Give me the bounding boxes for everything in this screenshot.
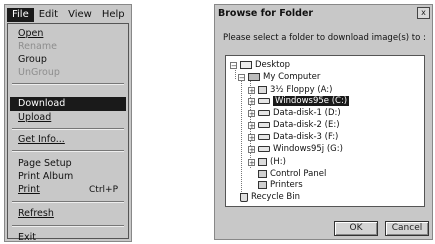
control-panel-icon — [258, 170, 267, 178]
tree-label-drive: Windows95j (G:) — [273, 144, 343, 154]
collapse-icon[interactable]: − — [230, 61, 237, 69]
close-button[interactable]: x — [417, 7, 430, 19]
tree-node-recycle-bin[interactable]: Recycle Bin — [240, 192, 300, 202]
menubar-edit[interactable]: Edit — [34, 8, 63, 22]
menu-separator — [12, 150, 124, 152]
hard-drive-icon — [258, 110, 270, 116]
menu-item-download[interactable]: Download — [10, 97, 126, 111]
hard-drive-icon — [258, 98, 270, 104]
menu-item-download-label: Download — [18, 98, 66, 109]
file-dropdown-menu: Open Rename Group UnGroup Download Uploa… — [7, 23, 129, 243]
menu-item-group[interactable]: Group — [18, 54, 47, 66]
tree-node-control-panel[interactable]: Control Panel — [258, 169, 326, 179]
hard-drive-icon — [258, 122, 270, 128]
tree-label-drive: Data-disk-3 (F:) — [273, 132, 339, 142]
tree-node-desktop[interactable]: − Desktop — [230, 60, 290, 70]
menu-item-exit[interactable]: Exit — [18, 232, 36, 244]
desktop-icon — [240, 61, 252, 69]
floppy-drive-icon — [258, 86, 267, 94]
tree-label-drive-selected: Windows95e (C:) — [273, 96, 350, 106]
dialog-prompt: Please select a folder to download image… — [223, 33, 426, 43]
print-shortcut: Ctrl+P — [89, 185, 118, 195]
menu-item-page-setup[interactable]: Page Setup — [18, 158, 72, 170]
menu-separator — [12, 201, 124, 203]
removable-drive-icon — [258, 158, 267, 166]
expand-icon[interactable]: + — [248, 133, 255, 141]
recycle-bin-icon — [240, 192, 248, 202]
menubar: File Edit View Help — [7, 7, 129, 23]
cancel-button[interactable]: Cancel — [385, 221, 429, 236]
ok-button[interactable]: OK — [334, 221, 378, 236]
menu-item-get-info[interactable]: Get Info... — [18, 134, 65, 146]
menu-item-print[interactable]: Print — [18, 184, 40, 196]
expand-icon[interactable]: + — [248, 97, 255, 105]
tree-node-drive-f[interactable]: + Data-disk-3 (F:) — [248, 132, 338, 142]
expand-icon[interactable]: + — [248, 121, 255, 129]
tree-node-drive-g[interactable]: + Windows95j (G:) — [248, 144, 343, 154]
tree-label-desktop: Desktop — [255, 60, 291, 70]
menu-item-print-album[interactable]: Print Album — [18, 171, 73, 183]
tree-label-my-computer: My Computer — [263, 72, 321, 82]
expand-icon[interactable]: + — [248, 109, 255, 117]
tree-line — [241, 78, 242, 194]
tree-node-printers[interactable]: Printers — [258, 180, 303, 190]
dialog-title: Browse for Folder — [218, 8, 314, 19]
tree-label-printers: Printers — [270, 180, 303, 190]
expand-icon[interactable]: + — [248, 86, 255, 94]
expand-icon[interactable]: + — [248, 158, 255, 166]
tree-node-drive-h[interactable]: + (H:) — [248, 157, 286, 167]
hard-drive-icon — [258, 146, 270, 152]
hard-drive-icon — [258, 134, 270, 140]
printer-icon — [258, 181, 267, 189]
menu-separator — [12, 225, 124, 227]
menu-item-upload[interactable]: Upload — [18, 112, 51, 124]
menu-item-rename: Rename — [18, 41, 57, 52]
tree-label-drive: Data-disk-2 (E:) — [273, 120, 340, 130]
menubar-file[interactable]: File — [7, 8, 34, 22]
tree-node-drive-e[interactable]: + Data-disk-2 (E:) — [248, 120, 340, 130]
menu-item-ungroup: UnGroup — [18, 67, 60, 78]
menu-item-open[interactable]: Open — [18, 28, 43, 40]
tree-label-drive: 3½ Floppy (A:) — [270, 85, 333, 95]
tree-label-drive: (H:) — [270, 157, 286, 167]
tree-node-drive-d[interactable]: + Data-disk-1 (D:) — [248, 108, 341, 118]
menu-separator — [12, 128, 124, 130]
tree-label-recycle-bin: Recycle Bin — [251, 192, 301, 202]
menu-separator — [12, 83, 124, 85]
menu-item-refresh[interactable]: Refresh — [18, 208, 54, 220]
tree-label-control-panel: Control Panel — [270, 169, 327, 179]
tree-node-my-computer[interactable]: − My Computer — [238, 72, 320, 82]
expand-icon[interactable]: + — [248, 145, 255, 153]
menubar-view[interactable]: View — [63, 8, 97, 22]
folder-tree[interactable]: − Desktop − My Computer + 3½ Floppy (A:)… — [225, 55, 425, 207]
menubar-help[interactable]: Help — [97, 8, 130, 22]
tree-label-drive: Data-disk-1 (D:) — [273, 108, 341, 118]
browse-folder-dialog: Browse for Folder x Please select a fold… — [214, 4, 433, 240]
tree-node-drive-c[interactable]: + Windows95e (C:) — [248, 96, 350, 106]
computer-icon — [248, 73, 260, 81]
tree-node-floppy-a[interactable]: + 3½ Floppy (A:) — [248, 85, 332, 95]
file-menu-window: File Edit View Help Open Rename Group Un… — [4, 4, 132, 243]
collapse-icon[interactable]: − — [238, 73, 245, 81]
